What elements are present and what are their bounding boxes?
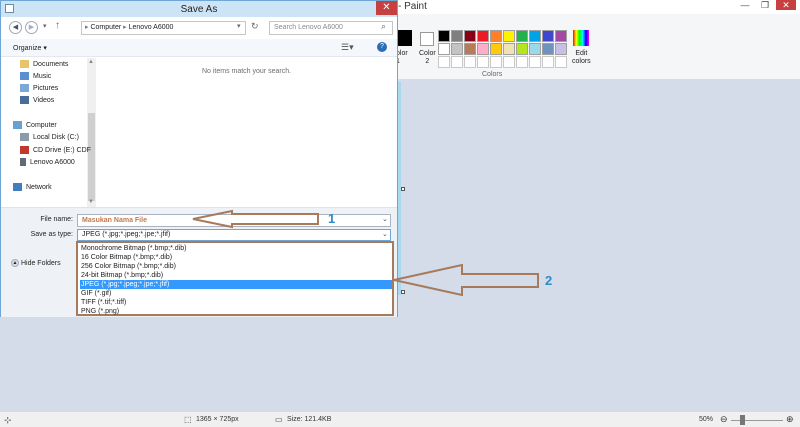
annotation-marker-1: 1 [328, 211, 336, 226]
annotation-marker-2: 2 [545, 273, 553, 288]
annotation-arrow-2 [393, 263, 539, 297]
annotation-arrow-1 [192, 209, 319, 229]
annotation-overlay [192, 209, 539, 297]
